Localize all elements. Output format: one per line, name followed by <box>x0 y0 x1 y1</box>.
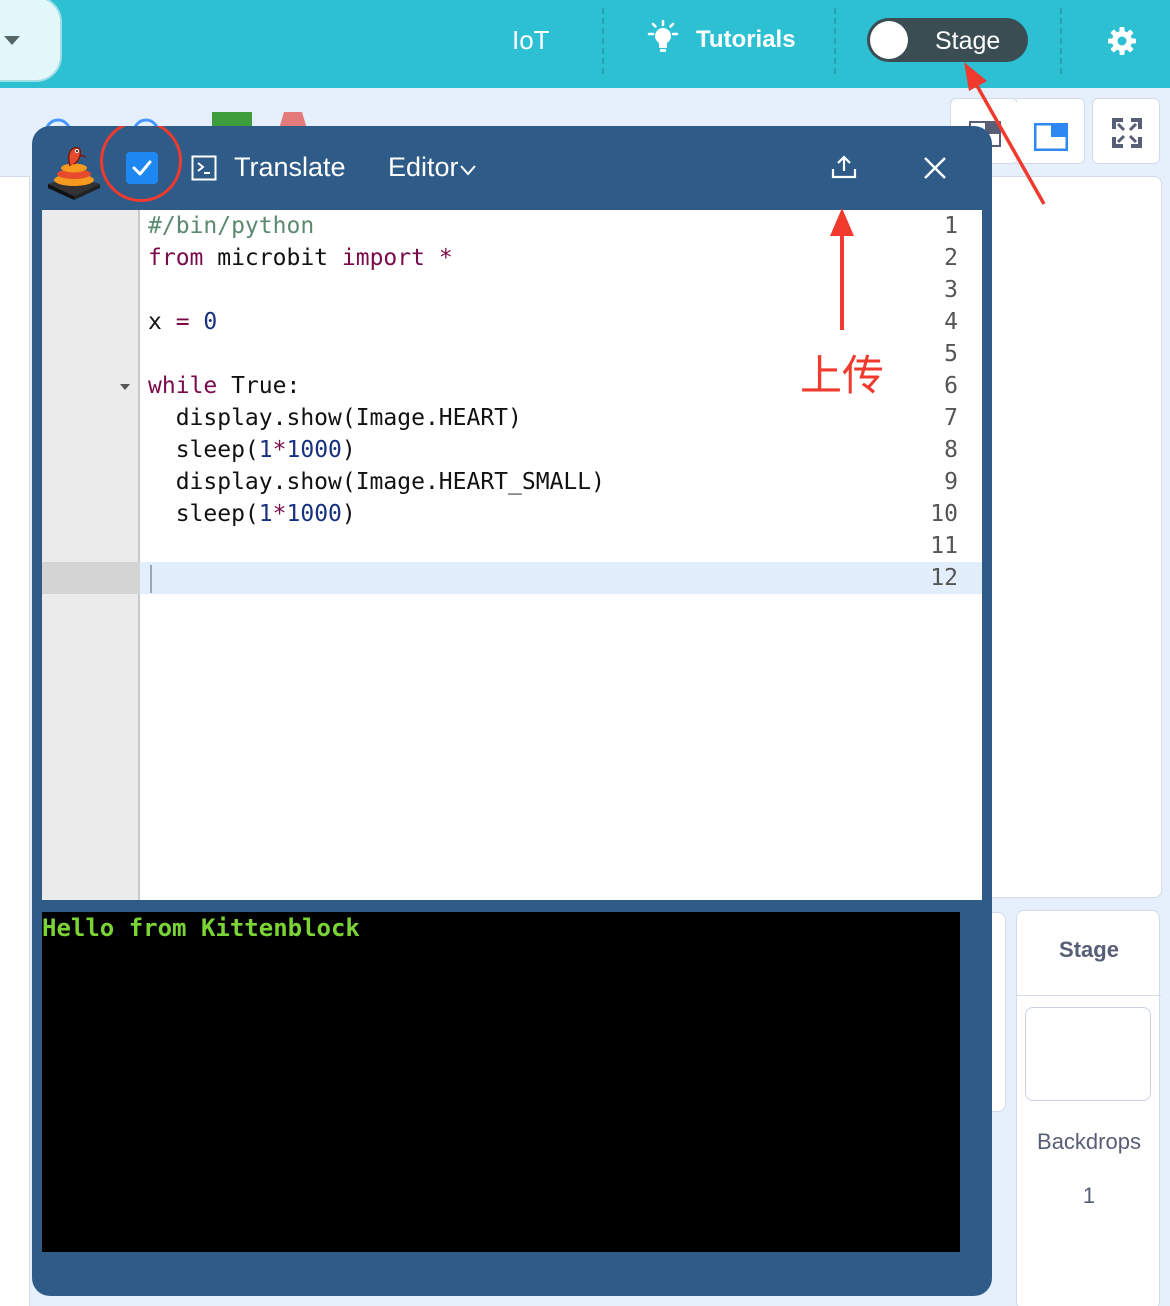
close-button[interactable] <box>923 156 947 185</box>
gear-icon[interactable] <box>1107 26 1137 61</box>
stage-selector-panel[interactable]: Stage Backdrops 1 <box>1016 910 1161 1306</box>
close-icon <box>924 157 946 179</box>
editor-header: Translate Editor <box>32 126 992 210</box>
backdrops-count: 1 <box>1082 1183 1096 1208</box>
line-number: 8 <box>944 437 958 463</box>
code-token: sleep( <box>148 437 259 463</box>
code-line-4: x = 0 <box>148 306 217 338</box>
code-line-8: sleep(1*1000) <box>148 434 356 466</box>
code-token: x <box>148 309 176 335</box>
stage-panel-title: Stage <box>1059 937 1119 962</box>
console-text: Hello from Kittenblock <box>42 914 360 942</box>
number-token: 1 <box>258 501 273 527</box>
code-line-7: display.show(Image.HEART) <box>148 402 522 434</box>
code-token: ) <box>341 501 356 527</box>
active-line-highlight <box>42 562 982 594</box>
upload-icon <box>831 155 857 179</box>
python-logo-icon <box>44 136 104 200</box>
tutorials-button[interactable]: Tutorials <box>646 0 796 80</box>
line-number: 10 <box>930 501 958 527</box>
number-token: 1000 <box>286 501 342 527</box>
menu-divider <box>602 8 604 74</box>
operator-token: * <box>272 501 287 527</box>
line-number: 2 <box>944 245 958 271</box>
line-number: 9 <box>944 469 958 495</box>
stage-toggle[interactable]: Stage <box>867 18 1028 62</box>
line-number: 12 <box>930 565 958 591</box>
code-token: sleep( <box>148 501 259 527</box>
line-number: 1 <box>944 213 958 239</box>
code-line-1: #/bin/python <box>148 210 314 242</box>
comment-token: #/bin/python <box>148 213 315 239</box>
terminal-icon <box>191 155 217 186</box>
line-number: 5 <box>944 341 958 367</box>
fullscreen-icon <box>1112 118 1142 148</box>
operator-token: = <box>175 309 190 335</box>
menu-divider <box>1060 8 1062 74</box>
code-token: ) <box>341 437 356 463</box>
fullscreen-button[interactable] <box>1092 98 1160 164</box>
keyword-token: import <box>341 245 425 271</box>
blocks-area-edge <box>0 176 30 1306</box>
iot-menu[interactable]: IoT <box>512 0 550 80</box>
number-token: 0 <box>189 309 218 335</box>
active-line-gutter <box>42 562 140 594</box>
caret-down-icon <box>4 36 20 45</box>
tutorials-label: Tutorials <box>696 26 796 53</box>
fold-arrow-icon[interactable] <box>120 384 130 390</box>
stage-toggle-label: Stage <box>935 27 1001 55</box>
upload-button[interactable] <box>830 154 858 185</box>
chevron-down-icon <box>459 165 476 176</box>
line-number: 3 <box>944 277 958 303</box>
code-token: microbit <box>203 245 342 271</box>
layout-large-stage-icon <box>1034 123 1068 151</box>
code-token: display.show(Image.HEART_SMALL) <box>148 469 605 495</box>
operator-token: * <box>272 437 287 463</box>
code-line-6: while True: <box>148 370 300 402</box>
text-cursor <box>150 565 152 593</box>
python-editor-window: Translate Editor 1 2 3 4 5 6 7 8 9 10 11… <box>32 126 992 1296</box>
stage-thumbnail[interactable] <box>1025 1007 1151 1101</box>
console-output[interactable]: Hello from Kittenblock <box>42 912 960 1252</box>
number-token: 1000 <box>286 437 342 463</box>
language-menu-tab[interactable] <box>0 0 62 82</box>
code-token: display.show(Image.HEART) <box>148 405 522 431</box>
menu-divider <box>834 8 836 74</box>
toggle-knob <box>870 21 908 59</box>
checkbox-highlight-annotation <box>100 126 182 202</box>
large-stage-button[interactable] <box>1017 98 1085 164</box>
code-line-9: display.show(Image.HEART_SMALL) <box>148 466 605 498</box>
divider <box>1017 995 1161 996</box>
number-token: 1 <box>258 437 273 463</box>
code-token: True: <box>217 373 301 399</box>
line-number: 4 <box>944 309 958 335</box>
lightbulb-icon <box>646 19 680 61</box>
editor-menu[interactable]: Editor <box>388 152 477 183</box>
code-line-10: sleep(1*1000) <box>148 498 356 530</box>
code-line-2: from microbit import * <box>148 242 453 274</box>
menu-bar: IoT Tutorials Stage <box>0 0 1170 88</box>
code-editor[interactable]: 1 2 3 4 5 6 7 8 9 10 11 12 #/bin/python … <box>42 210 982 900</box>
backdrops-label: Backdrops <box>1037 1129 1141 1154</box>
iot-label: IoT <box>512 24 550 55</box>
operator-token: * <box>424 245 453 271</box>
line-number-gutter <box>42 210 140 900</box>
upload-annotation-label: 上传 <box>800 351 885 400</box>
translate-button[interactable]: Translate <box>234 152 346 183</box>
line-number: 7 <box>944 405 958 431</box>
line-number: 6 <box>944 373 958 399</box>
keyword-token: while <box>148 373 218 399</box>
editor-menu-label: Editor <box>388 152 459 182</box>
keyword-token: from <box>148 245 204 271</box>
line-number: 11 <box>930 533 958 559</box>
